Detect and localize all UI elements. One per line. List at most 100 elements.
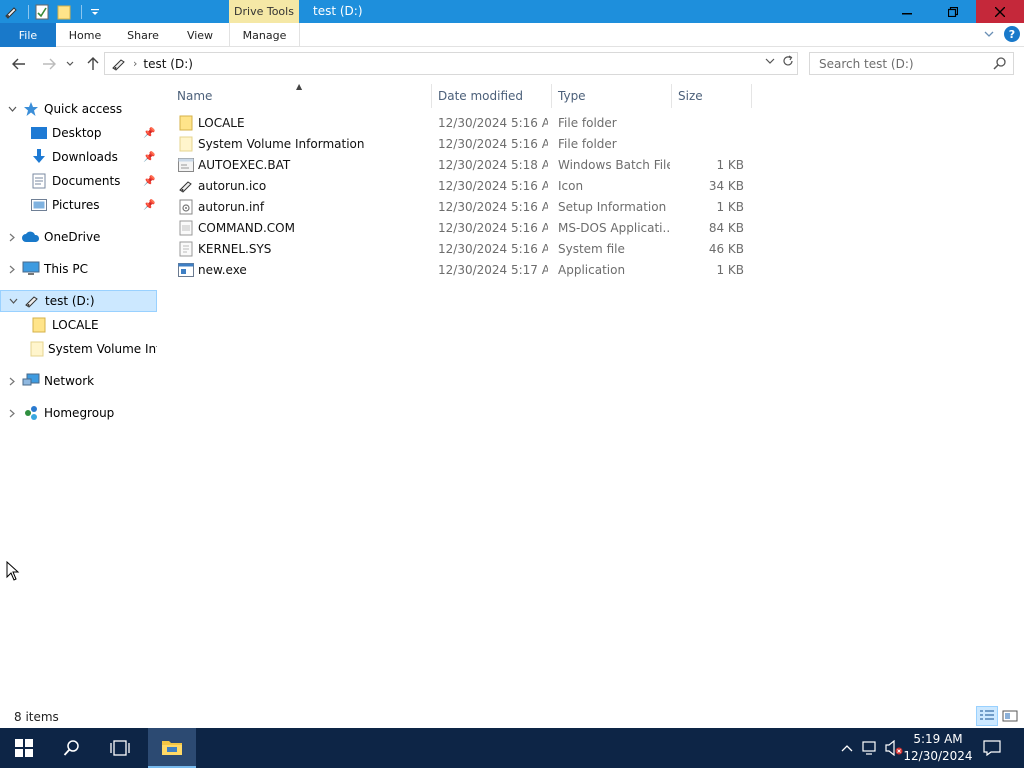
nav-item-drive[interactable]: test (D:) (0, 290, 157, 312)
minimize-button[interactable] (884, 0, 930, 23)
task-view-icon (110, 740, 130, 756)
restore-button[interactable] (930, 0, 976, 23)
file-date: 12/30/2024 5:16 AM (438, 179, 548, 193)
pin-icon[interactable]: 📌 (143, 152, 155, 163)
folder-icon (178, 115, 194, 131)
drive-icon (111, 57, 127, 71)
search-input[interactable]: Search test (D:) (809, 52, 1014, 75)
restore-icon (948, 6, 958, 17)
nav-item-network[interactable]: Network (0, 370, 157, 392)
nav-item-onedrive[interactable]: OneDrive (0, 226, 157, 248)
chevron-down-icon[interactable] (7, 298, 19, 305)
file-row[interactable]: autorun.ico 12/30/2024 5:16 AM Icon 34 K… (172, 176, 752, 197)
column-header-name[interactable]: Name (171, 84, 432, 108)
chevron-right-icon[interactable] (6, 265, 18, 274)
nav-item-homegroup[interactable]: Homegroup (0, 402, 157, 424)
network-tray-button[interactable] (861, 728, 881, 768)
nav-label: System Volume Information (48, 342, 157, 356)
search-icon (63, 740, 79, 756)
file-size: 34 KB (708, 179, 744, 193)
forward-button[interactable] (40, 55, 58, 73)
file-type: File folder (558, 137, 617, 151)
start-button[interactable] (0, 728, 48, 768)
recent-locations-button[interactable] (63, 55, 77, 73)
chevron-right-icon[interactable] (6, 377, 18, 386)
nav-item-quick-access[interactable]: Quick access (0, 98, 157, 120)
properties-icon[interactable] (33, 3, 51, 21)
back-button[interactable] (10, 55, 28, 73)
file-name: autorun.inf (198, 200, 265, 214)
chevron-down-icon (765, 58, 775, 64)
large-icons-view-button[interactable] (999, 706, 1021, 726)
breadcrumb-separator-icon[interactable]: › (133, 57, 137, 70)
file-row[interactable]: COMMAND.COM 12/30/2024 5:16 AM MS-DOS Ap… (172, 218, 752, 239)
drive-icon (2, 3, 20, 21)
search-placeholder: Search test (D:) (819, 56, 914, 71)
file-row[interactable]: LOCALE 12/30/2024 5:16 AM File folder (172, 113, 752, 134)
new-folder-icon[interactable] (55, 3, 73, 21)
file-size: 1 KB (716, 158, 744, 172)
nav-item-documents[interactable]: Documents 📌 (0, 170, 157, 192)
dos-app-icon (178, 220, 194, 236)
chevron-down-icon[interactable] (6, 106, 18, 113)
help-button[interactable]: ? (1004, 26, 1020, 42)
action-center-button[interactable] (980, 728, 1004, 768)
chevron-right-icon[interactable] (6, 233, 18, 242)
arrow-right-icon (43, 58, 56, 70)
nav-item-locale[interactable]: LOCALE (0, 314, 157, 336)
refresh-button[interactable] (782, 55, 794, 71)
file-row[interactable]: System Volume Information 12/30/2024 5:1… (172, 134, 752, 155)
tab-home[interactable]: Home (60, 23, 110, 47)
details-view-icon (980, 710, 994, 720)
search-button[interactable] (48, 728, 96, 768)
star-icon (22, 101, 40, 117)
file-row[interactable]: AUTOEXEC.BAT 12/30/2024 5:18 AM Windows … (172, 155, 752, 176)
folder-icon (30, 317, 48, 333)
nav-item-this-pc[interactable]: This PC (0, 258, 157, 280)
details-view-button[interactable] (976, 706, 998, 726)
file-date: 12/30/2024 5:16 AM (438, 137, 548, 151)
pin-icon[interactable]: 📌 (143, 176, 155, 187)
address-bar[interactable]: › test (D:) (104, 52, 798, 75)
nav-item-system-volume-information[interactable]: System Volume Information (0, 338, 157, 360)
nav-label: OneDrive (44, 230, 101, 244)
show-hidden-icons-button[interactable] (838, 728, 856, 768)
file-name: COMMAND.COM (198, 221, 295, 235)
notification-icon (983, 740, 1001, 756)
nav-item-desktop[interactable]: Desktop 📌 (0, 122, 157, 144)
tab-manage[interactable]: Manage (230, 23, 299, 47)
cloud-icon (22, 229, 40, 245)
customize-qat-icon[interactable] (86, 3, 104, 21)
tab-view[interactable]: View (176, 23, 224, 47)
ribbon-collapse-button[interactable] (984, 27, 994, 41)
pin-icon[interactable]: 📌 (143, 200, 155, 211)
tab-file[interactable]: File (0, 23, 56, 47)
column-header-type[interactable]: Type (552, 84, 672, 108)
address-dropdown-button[interactable] (765, 55, 775, 68)
file-size: 46 KB (708, 242, 744, 256)
file-explorer-taskbar-button[interactable] (148, 728, 196, 768)
task-view-button[interactable] (96, 728, 144, 768)
icon-file-icon (178, 178, 194, 194)
tab-share[interactable]: Share (118, 23, 168, 47)
pin-icon[interactable]: 📌 (143, 128, 155, 139)
column-header-size[interactable]: Size (672, 84, 752, 108)
file-size: 1 KB (716, 200, 744, 214)
up-button[interactable] (84, 55, 102, 73)
nav-item-downloads[interactable]: Downloads 📌 (0, 146, 157, 168)
nav-item-pictures[interactable]: Pictures 📌 (0, 194, 157, 216)
file-row[interactable]: autorun.inf 12/30/2024 5:16 AM Setup Inf… (172, 197, 752, 218)
close-button[interactable] (976, 0, 1024, 23)
taskbar-clock[interactable]: 5:19 AM 12/30/2024 (903, 731, 973, 765)
chevron-right-icon[interactable] (6, 409, 18, 418)
breadcrumb-drive[interactable]: test (D:) (143, 57, 193, 71)
file-row[interactable]: KERNEL.SYS 12/30/2024 5:16 AM System fil… (172, 239, 752, 260)
mouse-cursor-icon (6, 560, 20, 584)
chevron-down-icon (984, 31, 994, 37)
volume-tray-button[interactable] (884, 728, 904, 768)
column-header-date-modified[interactable]: Date modified (432, 84, 552, 108)
taskbar: 5:19 AM 12/30/2024 (0, 728, 1024, 768)
file-date: 12/30/2024 5:16 AM (438, 242, 548, 256)
file-row[interactable]: new.exe 12/30/2024 5:17 AM Application 1… (172, 260, 752, 281)
search-icon (993, 56, 1007, 73)
